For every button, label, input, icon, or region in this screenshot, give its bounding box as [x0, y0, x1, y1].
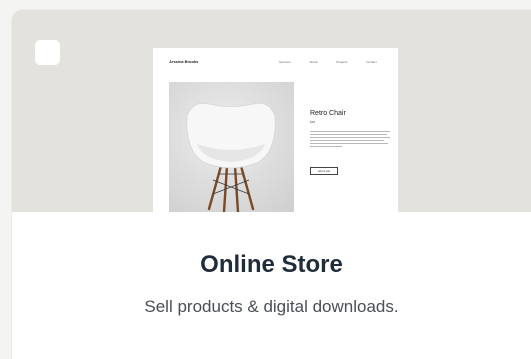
mockup-add-to-cart-button: Add to cart	[310, 167, 338, 175]
template-preview[interactable]: Jessica Brooks Services About Projects C…	[12, 10, 531, 212]
mockup-nav-item: Services	[279, 60, 291, 64]
chair-product-image	[169, 82, 294, 212]
mockup-nav: Services About Projects Contact	[279, 60, 396, 64]
select-checkbox[interactable]	[35, 40, 60, 65]
mockup-nav-item: Projects	[336, 60, 348, 64]
mockup-nav-item: About	[309, 60, 318, 64]
mockup-nav-item: Contact	[366, 60, 377, 64]
template-card[interactable]: Jessica Brooks Services About Projects C…	[12, 10, 531, 359]
mockup-product-description	[310, 131, 390, 149]
mockup-product-price: $38	[310, 120, 316, 124]
template-title: Online Store	[200, 251, 343, 278]
website-mockup: Jessica Brooks Services About Projects C…	[153, 48, 398, 212]
mockup-product-title: Retro Chair	[310, 110, 346, 117]
template-description: Sell products & digital downloads.	[144, 297, 399, 316]
mockup-brand: Jessica Brooks	[169, 59, 199, 64]
